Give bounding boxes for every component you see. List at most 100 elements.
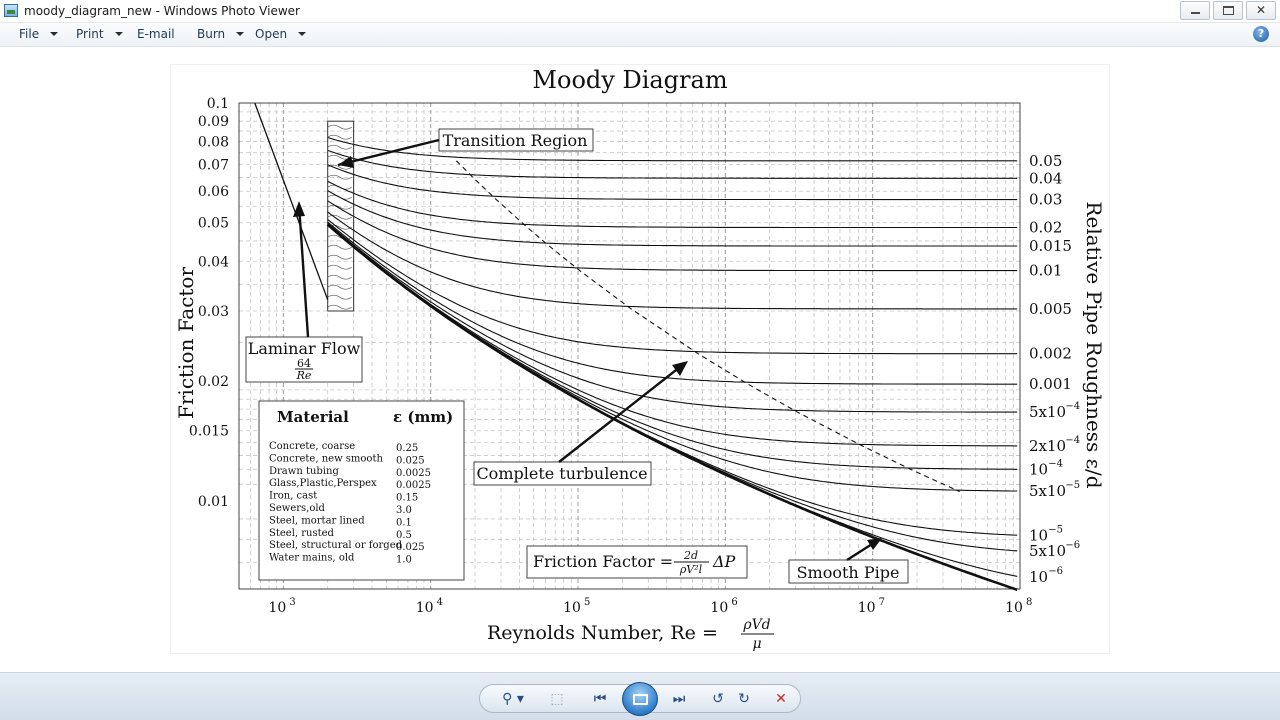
slideshow-button[interactable] [622, 682, 658, 716]
materials-legend: Material ε (mm) Concrete, coarse 0.25 Conc… [258, 400, 465, 581]
laminar-arrowhead [293, 201, 305, 217]
transition-hatch [327, 214, 352, 220]
slideshow-icon [633, 694, 648, 705]
roughness-exponent: −6 [1048, 566, 1063, 577]
material-roughness: 0.0025 [396, 480, 431, 491]
roughness-label: 0.01 [1029, 262, 1062, 280]
menu-open[interactable]: Open [255, 27, 307, 41]
minimize-button[interactable] [1180, 1, 1210, 20]
close-icon: ✕ [1255, 3, 1267, 17]
formula-tail: ΔP [712, 552, 736, 571]
roughness-label: 0.002 [1029, 345, 1072, 363]
close-button[interactable]: ✕ [1246, 1, 1276, 20]
menu-print[interactable]: Print [76, 27, 123, 41]
chevron-down-icon [298, 32, 307, 36]
fit-window-icon[interactable]: ⬚ [545, 688, 569, 710]
y-tick-label: 0.06 [198, 184, 229, 200]
material-roughness: 0.25 [396, 443, 418, 454]
material-roughness: 0.1 [396, 517, 412, 528]
window-title: moody_diagram_new - Windows Photo Viewer [24, 4, 300, 18]
roughness-label: 0.04 [1029, 169, 1062, 187]
transition-hatch [327, 304, 352, 310]
laminar-line [254, 102, 329, 301]
turbulence-arrowhead [672, 361, 688, 376]
y-tick-label: 0.1 [207, 96, 229, 112]
x-tick-exponent: 4 [437, 597, 443, 608]
roughness-label: 0.02 [1029, 219, 1062, 237]
y-tick-label: 0.08 [198, 135, 229, 151]
formula-lhs: Friction Factor = [533, 552, 673, 571]
next-icon[interactable]: ⏭ [662, 688, 696, 710]
roughness-label: 5x10 [1029, 403, 1066, 421]
roughness-label: 0.005 [1029, 300, 1072, 318]
y-tick-label: 0.05 [198, 216, 229, 232]
transition-hatch [327, 274, 352, 280]
laminar-arrow [297, 204, 310, 338]
menu-file-label: File [19, 27, 40, 41]
material-roughness: 0.0025 [396, 468, 431, 479]
transition-hatch [327, 254, 352, 260]
transition-hatch [327, 284, 352, 290]
zoom-icon[interactable]: ⚲ ▾ [500, 688, 526, 710]
complete-turbulence-boundary [456, 160, 960, 493]
re-lhs: Reynolds Number, Re = [487, 622, 718, 644]
material-roughness: 1.0 [396, 555, 412, 566]
x-tick-exponent: 3 [289, 597, 295, 608]
material-name: Concrete, coarse [269, 441, 355, 452]
chart-title: Moody Diagram [532, 66, 727, 94]
transition-text: Transition Region [443, 131, 588, 150]
previous-icon[interactable]: ⏮ [583, 688, 617, 710]
transition-region-box [327, 120, 355, 312]
roughness-label: 0.03 [1029, 191, 1062, 209]
material-roughness: 0.025 [396, 542, 425, 553]
menu-email[interactable]: E-mail [137, 27, 175, 41]
moody-chart: Moody Diagram 0.10.090.080.070.060.050.0… [174, 66, 1106, 652]
roughness-exponent: −6 [1065, 540, 1080, 551]
roughness-label: 2x10 [1029, 437, 1066, 455]
material-name: Sewers,old [269, 503, 326, 514]
chevron-down-icon [50, 32, 59, 36]
menu-burn-label: Burn [197, 27, 226, 41]
x-tick-label: 10 [858, 600, 876, 616]
roughness-label: 0.015 [1029, 237, 1072, 255]
roughness-exponent: −5 [1065, 480, 1080, 491]
x-tick-label: 10 [563, 600, 581, 616]
re-den: μ [752, 636, 761, 652]
formula-den: ρV²l [679, 563, 703, 576]
material-name: Drawn tubing [269, 466, 339, 477]
rotate-counterclockwise-icon[interactable]: ↺ [707, 688, 729, 710]
turbulence-text: Complete turbulence [476, 464, 647, 483]
material-name: Concrete, new smooth [269, 453, 383, 464]
material-name: Steel, rusted [269, 528, 335, 539]
roughness-label: 10 [1029, 568, 1048, 586]
laminar-flow-label: Laminar Flow 64 Re [245, 336, 363, 383]
materials-header-value: ε (mm) [393, 408, 453, 426]
x-tick-label: 10 [710, 600, 728, 616]
y-tick-label: 0.07 [198, 158, 229, 174]
material-name: Steel, structural or forged [269, 540, 403, 551]
menu-burn[interactable]: Burn [197, 27, 245, 41]
transition-hatch [327, 124, 352, 130]
complete-turbulence-label: Complete turbulence [473, 461, 652, 486]
roughness-label: 0.001 [1029, 375, 1072, 393]
menu-file[interactable]: File [19, 27, 59, 41]
transition-hatch [327, 244, 352, 250]
friction-factor-formula: Friction Factor = 2d ρV²l ΔP [526, 545, 748, 579]
y-tick-label: 0.03 [198, 304, 229, 320]
moody-diagram-image: Moody Diagram 0.1 0.09 0.08 0.07 0.06 0.05 0.0… [170, 64, 1110, 654]
materials-header-name: Material [277, 408, 349, 426]
rotate-clockwise-icon[interactable]: ↻ [733, 688, 755, 710]
roughness-exponent: −4 [1065, 435, 1080, 446]
x-tick-exponent: 8 [1026, 597, 1032, 608]
material-roughness: 0.15 [396, 493, 418, 504]
y-tick-label: 0.01 [198, 494, 229, 510]
app-icon [4, 4, 18, 17]
x-tick-exponent: 7 [879, 597, 885, 608]
smooth-pipe-text: Smooth Pipe [797, 563, 900, 582]
maximize-button[interactable] [1213, 1, 1243, 20]
formula-num: 2d [683, 549, 698, 562]
x-tick-labels: 10 3 10 4 10 5 10 6 10 7 10 8 [268, 597, 1032, 616]
delete-icon[interactable]: ✕ [770, 688, 792, 710]
help-icon[interactable]: ? [1253, 26, 1269, 42]
roughness-label: 5x10 [1029, 542, 1066, 560]
